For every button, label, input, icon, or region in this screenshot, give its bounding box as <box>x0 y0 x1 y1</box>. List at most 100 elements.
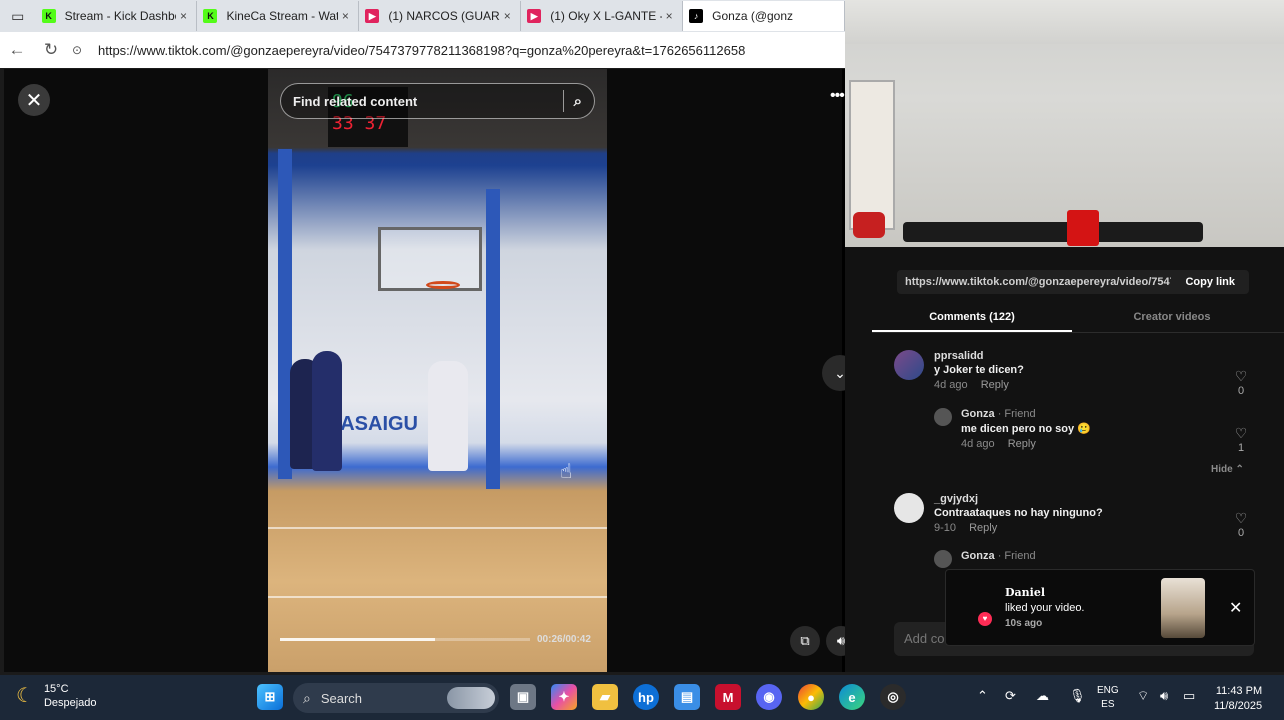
chrome-icon[interactable]: ● <box>798 684 824 710</box>
task-view-icon[interactable]: ▣ <box>510 684 536 710</box>
tab-close-icon[interactable]: × <box>662 9 676 23</box>
heart-icon: ♥ <box>978 612 992 626</box>
tab-title: KineCa Stream - Watch <box>226 9 338 23</box>
related-search-box[interactable]: Find related content ⌕ <box>280 83 595 119</box>
sync-icon[interactable]: ⟳ <box>1005 688 1016 704</box>
comment-like[interactable]: ♡ 0 <box>1231 510 1251 539</box>
notification-message: liked your video. <box>1005 602 1085 614</box>
tab-creator-videos[interactable]: Creator videos <box>1072 305 1272 332</box>
floating-player-icon[interactable]: ⧉ <box>790 626 820 656</box>
onedrive-icon[interactable]: ☁ <box>1036 688 1049 704</box>
browser-tab[interactable]: K Stream - Kick Dashboar × <box>36 1 198 31</box>
reply-username[interactable]: Gonza <box>961 408 995 420</box>
webcam-overlay <box>845 0 1284 247</box>
hp-icon[interactable]: hp <box>633 684 659 710</box>
file-explorer-icon[interactable]: ▰ <box>592 684 618 710</box>
heart-icon[interactable]: ♡ <box>1231 510 1251 527</box>
like-notification-toast[interactable]: ♥ Daniel liked your video. 10s ago ✕ <box>945 569 1255 646</box>
player <box>312 351 342 471</box>
search-icon[interactable]: ⌕ <box>574 93 582 110</box>
mouse-cursor-icon: ☝︎ <box>560 461 573 483</box>
browser-tab[interactable]: ▶ (1) Oky X L-GANTE - E × <box>521 1 684 31</box>
reply-username[interactable]: Gonza <box>961 550 995 562</box>
system-clock[interactable]: 11:43 PM 11/8/2025 <box>1214 684 1262 714</box>
tab-close-icon[interactable]: × <box>500 9 514 23</box>
reply-button[interactable]: Reply <box>1008 438 1036 450</box>
browser-tab-active[interactable]: ♪ Gonza (@gonz <box>683 1 846 31</box>
friend-badge: · Friend <box>997 408 1036 420</box>
comment-like[interactable]: ♡ 1 <box>1231 425 1251 454</box>
hide-replies-button[interactable]: Hide ⌃ <box>1211 464 1244 475</box>
comment-text: me dicen pero no soy 🥲 <box>961 423 1091 435</box>
back-icon[interactable]: ← <box>0 33 34 67</box>
screen: ▭ K Stream - Kick Dashboar × K KineCa St… <box>0 0 1284 720</box>
basketball-rim <box>426 281 460 289</box>
language-indicator[interactable]: ENG ES <box>1097 684 1119 712</box>
comment: _gvjydxj Contraataques no hay ninguno? 9… <box>894 493 1214 534</box>
comment-username[interactable]: _gvjydxj <box>934 493 1214 505</box>
language-bottom: ES <box>1101 699 1115 710</box>
reply-button[interactable]: Reply <box>969 522 997 534</box>
reply-button[interactable]: Reply <box>981 379 1009 391</box>
browser-tab[interactable]: ▶ (1) NARCOS (GUARACH × <box>359 1 522 31</box>
share-link-text[interactable]: https://www.tiktok.com/@gonzaepereyra/vi… <box>897 270 1172 294</box>
avatar[interactable] <box>894 493 924 523</box>
more-options-icon[interactable]: ••• <box>830 87 845 105</box>
kick-icon: K <box>203 9 218 23</box>
copy-link-button[interactable]: Copy link <box>1171 270 1249 294</box>
tab-close-icon[interactable]: × <box>176 9 190 23</box>
heart-icon[interactable]: ♡ <box>1231 425 1251 442</box>
obs-icon[interactable]: ◎ <box>880 684 906 710</box>
volume-icon[interactable]: 🔊︎ <box>1160 688 1168 704</box>
battery-icon[interactable]: ▭ <box>1183 688 1195 704</box>
tiktok-content: ✕ ••• 96 33 37 LASAIGU Find related cont… <box>4 69 858 672</box>
microphone-icon[interactable]: 🎙︎ <box>1069 688 1086 704</box>
wifi-icon[interactable]: ⌔ <box>1137 688 1149 704</box>
webcam-desk <box>903 222 1203 242</box>
webcam-door <box>849 80 895 230</box>
tab-title: (1) NARCOS (GUARACH <box>388 9 500 23</box>
tab-comments[interactable]: Comments (122) <box>872 305 1072 332</box>
divider <box>562 90 564 112</box>
comment: pprsalidd y Joker te dicen? 4d ago Reply <box>894 350 1214 391</box>
windows-start-icon[interactable]: ⊞ <box>257 684 283 710</box>
webcam-chair <box>853 212 885 238</box>
show-hidden-icons-icon[interactable]: ⌃ <box>977 688 988 704</box>
video-player[interactable]: 96 33 37 LASAIGU <box>268 69 607 672</box>
notification-username: Daniel <box>1005 586 1046 599</box>
youtube-icon: ▶ <box>527 9 542 23</box>
comment-time: 4d ago <box>934 379 968 391</box>
store-icon[interactable]: ▤ <box>674 684 700 710</box>
taskbar-search[interactable]: ⌕ Search <box>293 683 499 713</box>
site-info-icon[interactable]: ⊙ <box>72 43 90 57</box>
avatar[interactable] <box>934 550 952 568</box>
comment-reply: Gonza · Friend <box>934 550 1224 568</box>
refresh-icon[interactable]: ↻ <box>34 33 68 67</box>
browser-tab[interactable]: K KineCa Stream - Watch × <box>197 1 360 31</box>
weather-widget[interactable]: ☾ 15°C Despejado <box>16 682 97 710</box>
edge-icon[interactable]: e <box>839 684 865 710</box>
avatar[interactable] <box>934 408 952 426</box>
video-thumbnail[interactable] <box>1161 578 1205 638</box>
comment-like[interactable]: ♡ 0 <box>1231 368 1251 397</box>
comment-username[interactable]: Gonza · Friend <box>961 550 1224 562</box>
heart-icon[interactable]: ♡ <box>1231 368 1251 385</box>
comment-username[interactable]: Gonza · Friend <box>961 408 1224 420</box>
comment-username[interactable]: pprsalidd <box>934 350 1214 362</box>
mcafee-icon[interactable]: M <box>715 684 741 710</box>
copilot-icon[interactable]: ✦ <box>551 684 577 710</box>
webcam-ceiling <box>845 0 1284 44</box>
video-progress-bar[interactable] <box>280 638 530 641</box>
tab-title: Gonza (@gonz <box>712 9 794 23</box>
url-field[interactable]: ⊙ https://www.tiktok.com/@gonzaepereyra/… <box>72 37 845 63</box>
close-video-button[interactable]: ✕ <box>18 84 50 116</box>
discord-icon[interactable]: ◉ <box>756 684 782 710</box>
tab-close-icon[interactable]: × <box>338 9 352 23</box>
taskbar-search-label: Search <box>320 690 363 706</box>
tab-actions-icon[interactable]: ▭ <box>0 0 36 32</box>
notification-time: 10s ago <box>1005 618 1043 629</box>
close-icon[interactable]: ✕ <box>1229 598 1242 618</box>
tiktok-icon: ♪ <box>689 9 704 23</box>
comment-meta: 4d ago Reply <box>934 379 1214 391</box>
avatar[interactable] <box>894 350 924 380</box>
